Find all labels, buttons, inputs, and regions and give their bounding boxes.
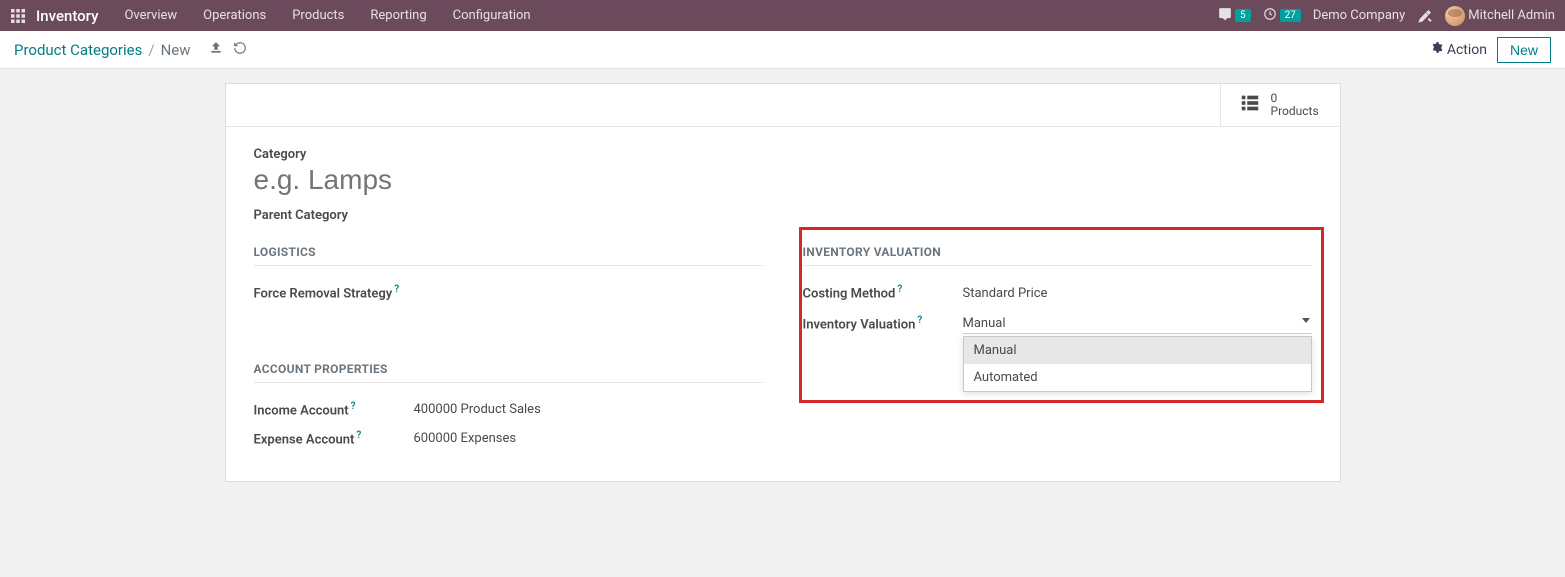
avatar: [1445, 6, 1465, 26]
costing-method-value[interactable]: Standard Price: [963, 286, 1312, 301]
category-input[interactable]: [254, 162, 1312, 202]
help-icon[interactable]: ?: [356, 430, 361, 441]
breadcrumb-current: New: [161, 41, 191, 59]
messages-button[interactable]: 5: [1218, 7, 1251, 25]
button-box: 0 Products: [226, 84, 1340, 127]
user-menu[interactable]: Mitchell Admin: [1445, 6, 1555, 26]
force-removal-label: Force Removal Strategy?: [254, 284, 414, 301]
products-label: Products: [1271, 105, 1319, 118]
activities-button[interactable]: 27: [1263, 7, 1301, 25]
help-icon[interactable]: ?: [351, 401, 356, 412]
help-icon[interactable]: ?: [394, 284, 399, 295]
action-label: Action: [1447, 42, 1487, 58]
action-button[interactable]: Action: [1430, 41, 1487, 58]
inventory-valuation-label: Inventory Valuation?: [803, 315, 963, 332]
new-button[interactable]: New: [1497, 37, 1551, 63]
clock-icon: [1263, 7, 1277, 25]
chat-icon: [1218, 7, 1232, 25]
breadcrumb-separator: /: [148, 41, 154, 59]
account-properties-title: Account Properties: [254, 362, 763, 383]
breadcrumb: Product Categories / New: [14, 41, 247, 59]
user-name: Mitchell Admin: [1468, 8, 1555, 23]
form-sheet: 0 Products Category Parent Category Logi…: [225, 83, 1341, 482]
help-icon[interactable]: ?: [917, 315, 922, 326]
nav-overview[interactable]: Overview: [114, 0, 187, 31]
nav-configuration[interactable]: Configuration: [443, 0, 541, 31]
expense-account-label: Expense Account?: [254, 430, 414, 447]
left-column: Logistics Force Removal Strategy? Accoun…: [254, 245, 763, 453]
inventory-valuation-dropdown: Manual Automated: [963, 336, 1312, 392]
nav-products[interactable]: Products: [282, 0, 354, 31]
discard-icon[interactable]: [233, 41, 247, 59]
save-icon[interactable]: [209, 41, 223, 59]
category-label: Category: [254, 147, 307, 162]
dropdown-option-automated[interactable]: Automated: [964, 364, 1311, 391]
costing-method-label: Costing Method?: [803, 284, 963, 301]
inventory-valuation-select[interactable]: Manual: [963, 314, 1312, 334]
expense-account-value[interactable]: 600000 Expenses: [414, 431, 763, 446]
messages-badge: 5: [1235, 9, 1251, 22]
right-column: Inventory Valuation Costing Method? Stan…: [803, 245, 1312, 453]
inventory-valuation-title: Inventory Valuation: [803, 245, 1312, 266]
income-account-label: Income Account?: [254, 401, 414, 418]
products-stat-button[interactable]: 0 Products: [1220, 84, 1340, 126]
inventory-valuation-value: Manual: [963, 316, 1006, 331]
control-panel: Product Categories / New Action New: [0, 31, 1565, 69]
caret-down-icon: [1302, 318, 1310, 323]
income-account-value[interactable]: 400000 Product Sales: [414, 402, 763, 417]
help-icon[interactable]: ?: [897, 284, 902, 295]
activities-badge: 27: [1280, 9, 1301, 22]
apps-icon[interactable]: [10, 8, 26, 24]
parent-category-label: Parent Category: [254, 208, 1312, 223]
dropdown-option-manual[interactable]: Manual: [964, 337, 1311, 364]
settings-icon[interactable]: [1417, 8, 1433, 24]
list-icon: [1239, 92, 1261, 118]
brand[interactable]: Inventory: [36, 7, 98, 25]
logistics-title: Logistics: [254, 245, 763, 266]
nav-operations[interactable]: Operations: [193, 0, 276, 31]
breadcrumb-link[interactable]: Product Categories: [14, 41, 142, 59]
topnav: Inventory Overview Operations Products R…: [0, 0, 1565, 31]
gear-icon: [1430, 41, 1443, 58]
company-switcher[interactable]: Demo Company: [1313, 8, 1405, 23]
nav-reporting[interactable]: Reporting: [360, 0, 436, 31]
